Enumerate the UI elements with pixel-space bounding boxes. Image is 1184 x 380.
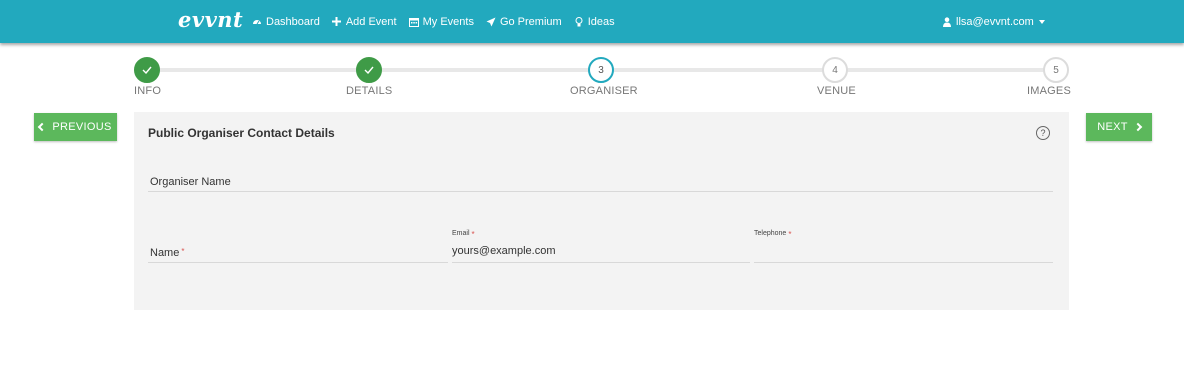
step-label-info: INFO [134, 85, 162, 97]
chevron-down-icon [1038, 19, 1045, 24]
step-label-organiser: ORGANISER [570, 85, 638, 97]
user-icon [943, 16, 951, 27]
nav-my-events-label: My Events [422, 15, 474, 28]
evvnt-logo[interactable]: evvnt [178, 7, 243, 32]
lightbulb-icon [574, 16, 584, 27]
nav-add-event-label: Add Event [345, 15, 397, 28]
organiser-name-label: Organiser Name [150, 176, 231, 188]
next-button[interactable]: NEXT [1086, 113, 1152, 141]
email-field[interactable]: Email * yours@example.com [452, 230, 750, 263]
step-info-done[interactable] [134, 57, 160, 83]
step-label-details: DETAILS [346, 85, 393, 97]
step-label-venue: VENUE [817, 85, 856, 97]
email-value: yours@example.com [452, 245, 556, 257]
telephone-field[interactable]: Telephone * [754, 230, 1053, 263]
nav-go-premium-label: Go Premium [499, 15, 562, 28]
telephone-underline [754, 262, 1053, 263]
name-field[interactable]: Name * [148, 230, 448, 263]
step-venue[interactable]: 4 [822, 57, 848, 83]
name-underline [148, 262, 448, 263]
user-menu[interactable]: llsa@evvnt.com [943, 0, 1045, 43]
name-label: Name * [150, 247, 185, 259]
step-organiser-current[interactable]: 3 [588, 57, 614, 83]
calendar-icon [408, 17, 419, 27]
previous-button-label: PREVIOUS [52, 121, 112, 133]
chevron-left-icon [38, 122, 47, 132]
telephone-label: Telephone * [754, 230, 792, 239]
email-label: Email * [452, 230, 475, 239]
step-images[interactable]: 5 [1043, 57, 1069, 83]
organiser-name-field[interactable]: Organiser Name [148, 170, 1053, 192]
main-nav: Dashboard Add Event My Events Go Premium… [252, 0, 627, 43]
next-button-label: NEXT [1097, 121, 1128, 133]
nav-dashboard-label: Dashboard [266, 15, 320, 28]
check-icon [142, 66, 152, 74]
help-icon[interactable]: ? [1036, 126, 1050, 140]
panel-title: Public Organiser Contact Details [148, 126, 335, 140]
dashboard-icon [252, 17, 262, 27]
previous-button[interactable]: PREVIOUS [34, 113, 117, 141]
email-underline [452, 262, 750, 263]
nav-ideas-label: Ideas [587, 15, 615, 28]
rocket-icon [486, 17, 496, 27]
step-label-images: IMAGES [1027, 85, 1071, 97]
nav-my-events[interactable]: My Events [408, 15, 474, 28]
required-marker: * [471, 230, 475, 239]
nav-ideas[interactable]: Ideas [574, 16, 615, 28]
nav-dashboard[interactable]: Dashboard [252, 16, 320, 28]
organiser-name-underline [148, 191, 1053, 192]
top-navbar: evvnt Dashboard Add Event My Events Go P… [0, 0, 1184, 43]
nav-go-premium[interactable]: Go Premium [486, 16, 562, 28]
step-details-done[interactable] [356, 57, 382, 83]
organiser-contact-panel: Public Organiser Contact Details ? Organ… [134, 112, 1069, 310]
required-marker: * [181, 247, 185, 256]
chevron-right-icon [1133, 122, 1143, 132]
check-icon [364, 66, 374, 74]
nav-add-event[interactable]: Add Event [332, 16, 397, 28]
plus-icon [332, 17, 342, 27]
user-email: llsa@evvnt.com [956, 15, 1034, 28]
required-marker: * [788, 230, 792, 239]
